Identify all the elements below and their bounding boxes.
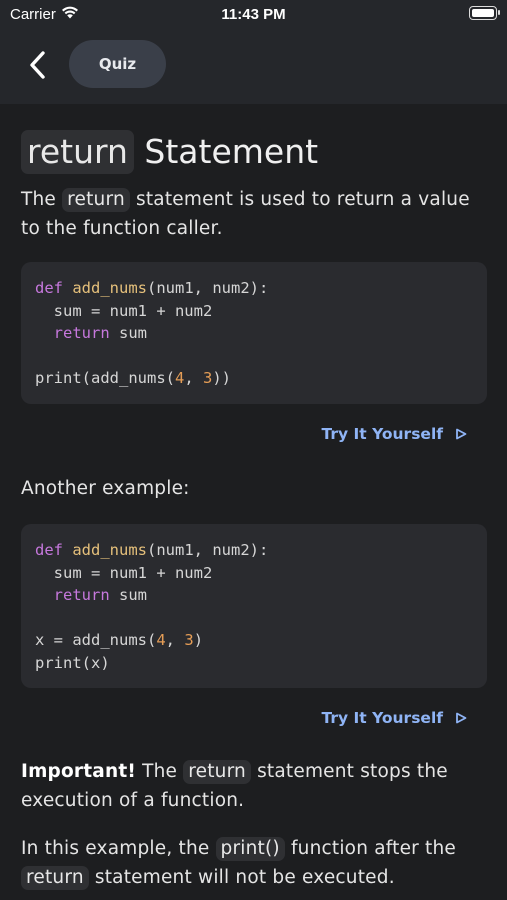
code-block: def add_nums(num1, num2): sum = num1 + n… (21, 524, 487, 688)
page-title: return Statement (21, 128, 487, 176)
code-text: )) (212, 369, 232, 388)
clock: 11:43 PM (221, 6, 286, 23)
code-text: sum (109, 324, 147, 343)
text: statement will not be executed. (94, 867, 395, 888)
intro-paragraph: The return statement is used to return a… (21, 185, 487, 243)
back-button[interactable] (22, 48, 56, 82)
example-note-paragraph: In this example, the print() function af… (21, 834, 487, 892)
code-text: sum (109, 586, 147, 605)
chevron-left-icon (30, 51, 45, 79)
inline-code: print() (215, 837, 285, 861)
status-bar: Carrier 11:43 PM (0, 0, 507, 30)
inline-code: return (62, 188, 130, 212)
code-keyword: return (53, 324, 110, 343)
code-text: , (165, 631, 185, 650)
inline-code: return (21, 130, 134, 174)
text: The (142, 761, 178, 782)
text: function after the (290, 838, 457, 859)
code-text: (num1, num2): (147, 279, 269, 297)
lesson-content: return Statement The return statement is… (21, 104, 487, 892)
code-text: print(add_nums( (35, 369, 175, 388)
another-example-text: Another example: (21, 478, 190, 499)
play-triangle-icon (456, 428, 467, 440)
code-text: sum = num1 + num2 (35, 301, 213, 320)
code-number: 3 (184, 631, 194, 650)
title-text: Statement (144, 132, 319, 171)
battery-icon (469, 6, 500, 20)
code-number: 4 (174, 369, 185, 388)
try-it-yourself-button[interactable]: Try It Yourself (321, 709, 467, 727)
code-number: 3 (203, 369, 213, 388)
code-text: x = add_nums( (35, 631, 157, 650)
text: The (21, 189, 57, 210)
nav-bar: Quiz (0, 30, 507, 104)
code-text: (num1, num2): (147, 541, 269, 559)
text: In this example, the (21, 838, 210, 859)
code-block: def add_nums(num1, num2): sum = num1 + n… (21, 262, 487, 404)
try-it-row: Try It Yourself (21, 424, 487, 443)
code-keyword: def (35, 279, 63, 297)
code-text: print(x) (35, 653, 110, 672)
try-it-row: Try It Yourself (21, 708, 487, 727)
try-it-label: Try It Yourself (321, 709, 443, 727)
quiz-button[interactable]: Quiz (69, 40, 166, 88)
code-keyword: def (35, 541, 63, 559)
try-it-yourself-button[interactable]: Try It Yourself (321, 425, 467, 443)
code-number: 4 (156, 631, 166, 650)
inline-code: return (183, 760, 251, 784)
try-it-label: Try It Yourself (321, 425, 443, 443)
inline-code: return (21, 866, 89, 890)
code-text: ) (193, 631, 204, 650)
important-label: Important! (21, 761, 137, 782)
code-text: , (184, 369, 203, 388)
code-text: sum = num1 + num2 (35, 563, 213, 582)
code-function: add_nums (72, 541, 147, 559)
important-paragraph: Important! The return statement stops th… (21, 757, 487, 815)
play-triangle-icon (456, 712, 467, 724)
code-keyword: return (53, 586, 110, 605)
code-function: add_nums (72, 279, 147, 297)
